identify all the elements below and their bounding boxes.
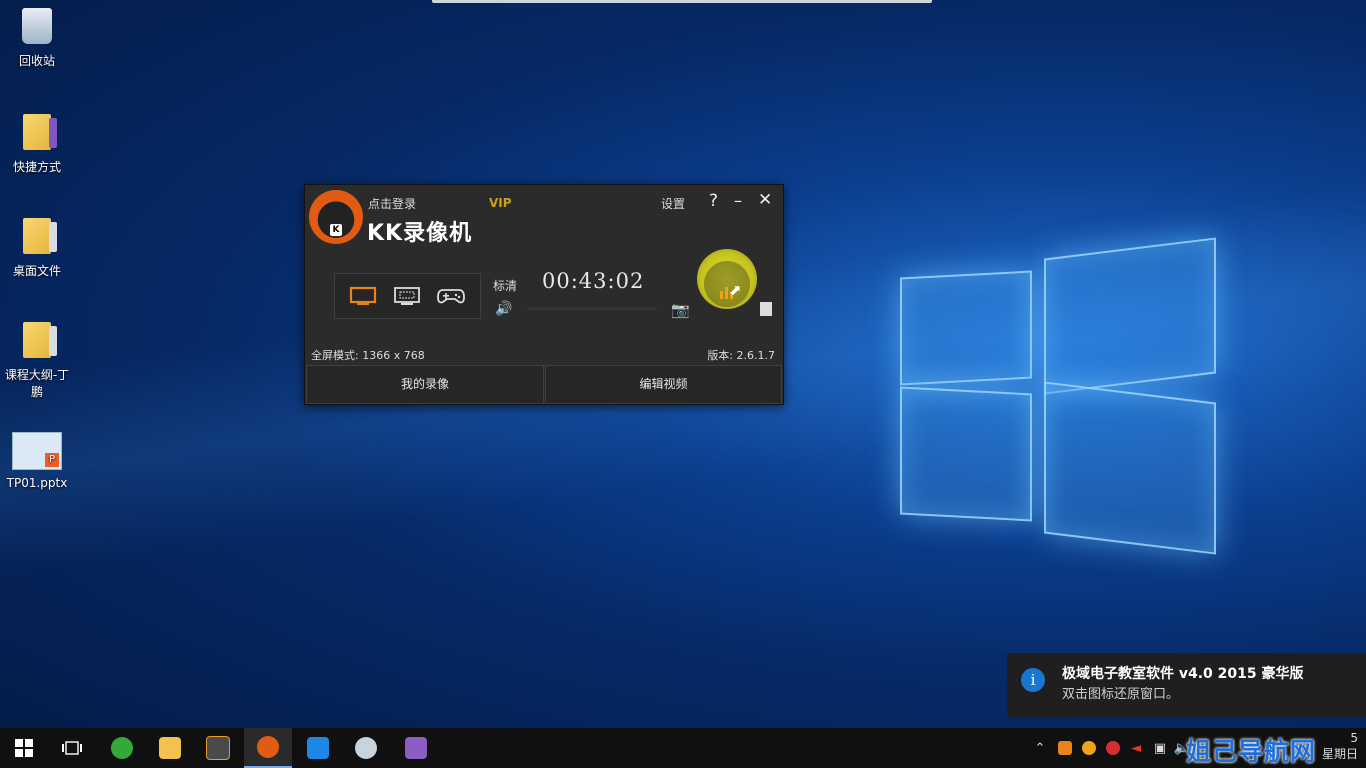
minimize-button[interactable]: – (734, 191, 742, 210)
quality-selector[interactable]: 标清 (493, 277, 517, 294)
edit-video-button[interactable]: 编辑视频 (545, 365, 782, 404)
course-outline-folder[interactable]: 课程大纲-丁 鹏 (0, 322, 74, 400)
recording-timer: 00:43:02 (542, 269, 645, 293)
course-outline-label: 课程大纲-丁 鹏 (4, 368, 70, 399)
taskbar-app-browser[interactable] (98, 728, 146, 768)
desktop-files-label: 桌面文件 (12, 264, 61, 278)
tray-expand-icon[interactable]: ⌃ (1030, 728, 1050, 768)
tray-network-icon[interactable]: ▣ (1150, 728, 1170, 768)
game-mode-icon[interactable] (437, 286, 465, 306)
kk-recorder-icon (257, 736, 279, 758)
shortcut-folder[interactable]: 快捷方式 (0, 114, 74, 175)
fullscreen-mode-icon[interactable] (349, 286, 377, 306)
file-explorer-icon (159, 737, 181, 759)
taskbar-app-classroom[interactable] (392, 728, 440, 768)
vip-badge[interactable]: VIP (489, 196, 512, 210)
notification-message: 双击图标还原窗口。 (1062, 687, 1180, 702)
paint-icon (355, 737, 377, 759)
recycle-bin[interactable]: 回收站 (0, 8, 74, 69)
shortcut-folder-label: 快捷方式 (12, 160, 61, 174)
info-icon: i (1021, 668, 1045, 692)
recycle-bin-icon (22, 8, 52, 44)
volume-icon[interactable]: 🔊 (495, 301, 512, 317)
folder-icon (23, 322, 57, 358)
windows-start-icon (15, 739, 33, 757)
taskbar-app-wps[interactable] (294, 728, 342, 768)
tray-red-icon[interactable] (1102, 728, 1124, 768)
top-window-edge (432, 0, 932, 3)
stop-button[interactable] (760, 302, 772, 316)
folder-icon (23, 218, 57, 254)
clock-line-1: 5 (1350, 731, 1358, 745)
taskbar-app-paint[interactable] (342, 728, 390, 768)
kk-logo-icon (309, 190, 363, 244)
pptx-file-label: TP01.pptx (6, 476, 68, 490)
powerpoint-icon (12, 432, 62, 470)
close-button[interactable]: ✕ (758, 190, 772, 210)
desktop-files-folder[interactable]: 桌面文件 (0, 218, 74, 279)
wps-icon (307, 737, 329, 759)
region-mode-icon[interactable] (393, 286, 421, 306)
version-text: 版本: 2.6.1.7 (707, 349, 775, 362)
kk-recorder-window[interactable]: 点击登录 VIP KK录像机 设置 ? – ✕ 标清 🔊 00:43:02 📷 … (304, 184, 784, 405)
start-button[interactable] (0, 728, 48, 768)
my-recordings-button[interactable]: 我的录像 (306, 365, 544, 404)
browser-icon (111, 737, 133, 759)
help-button[interactable]: ? (709, 191, 718, 211)
task-view-icon (62, 741, 82, 755)
app-title: KK录像机 (367, 221, 473, 246)
sublime-icon (206, 736, 230, 760)
watermark-text: 姐己导航网 (1186, 737, 1317, 766)
notification-toast[interactable]: i 极域电子教室软件 v4.0 2015 豪华版 双击图标还原窗口。 (1007, 653, 1366, 717)
tray-app-icon[interactable] (1054, 728, 1076, 768)
clock-line-2: 星期日 (1321, 747, 1358, 761)
taskbar: ⌃ ◄ ▣ 🔈 (0, 728, 1366, 768)
login-link[interactable]: 点击登录 (368, 195, 416, 212)
taskbar-app-kk-recorder[interactable] (244, 728, 292, 768)
tray-orange-icon[interactable] (1078, 728, 1100, 768)
pptx-file[interactable]: TP01.pptx (0, 432, 74, 490)
camera-icon[interactable]: 📷 (671, 301, 690, 319)
windows-logo-wallpaper (900, 228, 1220, 555)
logo-pane-tr (1044, 237, 1216, 395)
logo-pane-tl (900, 270, 1032, 386)
capture-mode-group (334, 273, 481, 319)
volume-slider[interactable] (527, 307, 657, 310)
folder-icon (23, 114, 57, 150)
taskbar-app-explorer[interactable] (146, 728, 194, 768)
logo-pane-bl (900, 386, 1032, 522)
capture-mode-text: 全屏模式: 1366 x 768 (311, 349, 425, 362)
notification-title: 极域电子教室软件 v4.0 2015 豪华版 (1062, 666, 1304, 682)
logo-pane-br (1044, 381, 1216, 555)
classroom-software-icon (405, 737, 427, 759)
mouse-cursor-icon: ⬈ (729, 281, 742, 299)
taskbar-clock[interactable]: 5 星期日 (1322, 730, 1358, 762)
task-view-button[interactable] (48, 728, 96, 768)
recycle-bin-label: 回收站 (18, 54, 55, 68)
taskbar-app-sublime[interactable] (194, 728, 242, 768)
tray-mic-icon[interactable]: ◄ (1126, 728, 1146, 768)
settings-button[interactable]: 设置 (661, 195, 685, 212)
